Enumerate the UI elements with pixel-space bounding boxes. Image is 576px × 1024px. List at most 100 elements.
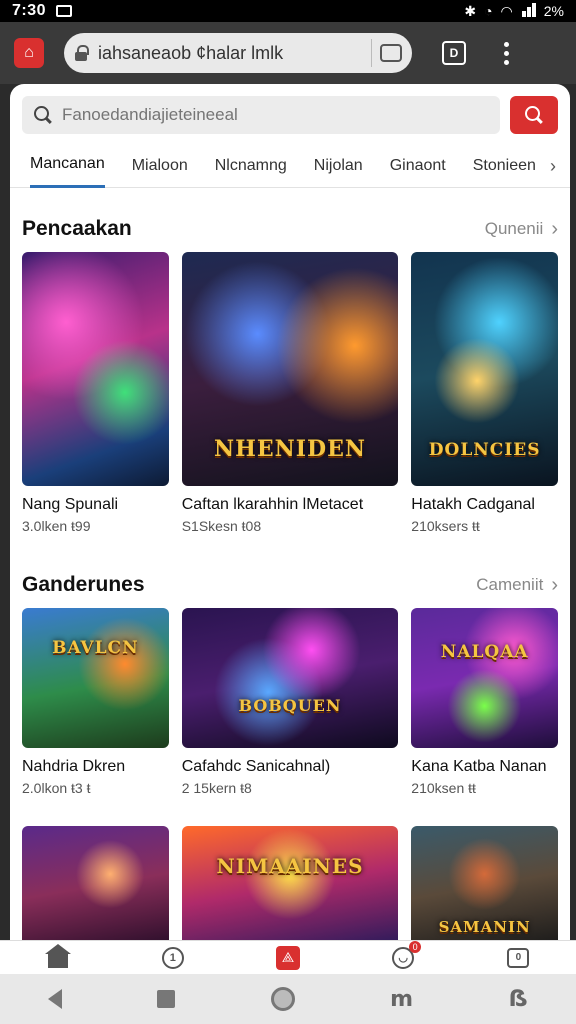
game-meta: 2.0lkon ŧ3 ŧ	[22, 780, 91, 796]
game-logo: NIMAAINES	[216, 854, 364, 878]
game-card[interactable]: NIMAAINES	[181, 826, 399, 940]
search-button[interactable]	[510, 96, 558, 134]
site-logo-icon[interactable]: ⌂	[14, 38, 44, 68]
system-navigation: m ẞ	[0, 974, 576, 1024]
status-time: 7:30	[12, 2, 47, 19]
chevron-right-icon[interactable]: ›	[551, 218, 558, 241]
game-cover-image[interactable]: NHENIDEN	[181, 252, 399, 486]
address-bar[interactable]: iahsaneaob ¢halar lmlk	[64, 33, 412, 73]
tab-nlcnamng[interactable]: Nlcnamng	[215, 144, 287, 188]
game-cover-image[interactable]	[22, 826, 169, 940]
nav-home[interactable]	[44, 943, 71, 969]
section-header: Pencaakan Qunenii ›	[22, 214, 558, 244]
tab-mialoon[interactable]: Mialoon	[132, 144, 188, 188]
home-icon	[44, 943, 71, 968]
game-title[interactable]: Caftan lkarahhin lMetacet	[182, 496, 399, 514]
game-cover-image[interactable]: NALQAA	[411, 608, 559, 748]
game-logo: NALQAA	[440, 642, 529, 662]
card-row: BAVLCN Nahdria Dkren 2.0lkon ŧ3 ŧ BOBQUE…	[22, 608, 559, 796]
game-title[interactable]: Hatakh Cadganal	[411, 496, 558, 514]
bottom-navigation: 1 ⟁ ◡ 0 0	[0, 940, 576, 974]
game-title[interactable]: Nang Spunali	[22, 496, 169, 514]
game-logo: BAVLCN	[52, 638, 139, 658]
game-card[interactable]	[22, 826, 169, 940]
tab-ginaont[interactable]: Ginaont	[390, 144, 446, 188]
clock-icon: 1	[161, 946, 184, 969]
game-card[interactable]: SAMANIN	[411, 826, 559, 940]
game-cover-image[interactable]: DOLNCIES	[411, 252, 559, 486]
game-logo: NHENIDEN	[213, 436, 367, 462]
see-more-link[interactable]: Qunenii ›	[485, 218, 558, 241]
game-meta: 210ksers ŧŧ	[411, 518, 480, 534]
search-icon	[34, 106, 52, 124]
browser-toolbar: ⌂ iahsaneaob ¢halar lmlk D	[0, 22, 576, 84]
game-logo: BOBQUEN	[238, 696, 342, 715]
overflow-menu-icon[interactable]	[504, 41, 509, 65]
game-meta: S1Skesn ŧ08	[181, 518, 262, 534]
game-title[interactable]: Nahdria Dkren	[22, 758, 169, 776]
nav-games[interactable]: ⟁	[275, 945, 300, 970]
alarm-icon: ◔	[484, 3, 493, 19]
game-card[interactable]: NALQAA Kana Katba Nanan 210ksen ŧŧ	[411, 608, 559, 796]
category-tabs: Mancanan Mialoon Nlcnamng Nijolan Ginaon…	[10, 144, 570, 188]
status-bar: 7:30 ✱ ◔ ◠ 2%	[0, 0, 576, 22]
see-more-link[interactable]: Cameniit ›	[476, 574, 558, 597]
store-page: Mancanan Mialoon Nlcnamng Nijolan Ginaon…	[10, 84, 570, 940]
game-cover-image[interactable]: BOBQUEN	[181, 608, 399, 748]
search-box[interactable]	[22, 96, 500, 134]
notification-icon	[56, 5, 73, 17]
game-card[interactable]: Nang Spunali 3.0lken ŧ99	[22, 252, 169, 534]
library-icon: 0	[507, 947, 530, 968]
game-meta: 3.0lken ŧ99	[22, 518, 91, 534]
chevron-right-icon[interactable]: ›	[551, 574, 558, 597]
see-more-label[interactable]: Qunenii	[485, 219, 544, 239]
card-row: NIMAAINES SAMANIN	[22, 826, 559, 940]
section-header: Ganderunes Cameniit ›	[22, 570, 558, 600]
game-card[interactable]: DOLNCIES Hatakh Cadganal 210ksers ŧŧ	[411, 252, 559, 534]
game-cover-image[interactable]: SAMANIN	[411, 826, 559, 940]
chevron-right-icon[interactable]: ›	[550, 156, 556, 177]
back-icon[interactable]	[47, 989, 62, 1009]
search-icon	[525, 106, 543, 124]
tab-stonieen[interactable]: Stonieen	[473, 144, 536, 188]
card-row: Nang Spunali 3.0lken ŧ99 NHENIDEN Caftan…	[22, 252, 559, 534]
nav-library[interactable]: 0	[506, 947, 530, 969]
tab-switcher-button[interactable]: D	[442, 41, 466, 65]
section-title: Ganderunes	[22, 573, 145, 596]
stop-icon[interactable]	[157, 990, 176, 1008]
signal-icon	[521, 2, 536, 20]
search-input[interactable]	[62, 105, 482, 125]
lock-icon[interactable]	[74, 45, 89, 61]
tab-mancanan[interactable]: Mancanan	[30, 144, 105, 188]
game-title[interactable]: Cafahdc Sanicahnal)	[182, 758, 399, 776]
page-info-icon[interactable]	[380, 44, 402, 62]
game-card[interactable]: BAVLCN Nahdria Dkren 2.0lkon ŧ3 ŧ	[22, 608, 169, 796]
section-title: Pencaakan	[22, 217, 132, 240]
game-meta: 210ksen ŧŧ	[411, 780, 476, 796]
battery-level: 2%	[543, 3, 564, 19]
assistant-icon[interactable]: ẞ	[509, 987, 529, 1012]
home-button-icon[interactable]	[270, 987, 295, 1011]
game-cover-image[interactable]	[22, 252, 169, 486]
game-icon: ⟁	[275, 945, 300, 970]
nav-history[interactable]: 1	[161, 946, 185, 969]
game-title[interactable]: Kana Katba Nanan	[411, 758, 558, 776]
status-icons: ✱ ◔ ◠ 2%	[464, 2, 564, 20]
bluetooth-icon: ✱	[464, 2, 477, 19]
wifi-icon: ◠	[500, 2, 513, 19]
tab-nijolan[interactable]: Nijolan	[314, 144, 363, 188]
game-cover-image[interactable]: NIMAAINES	[181, 826, 399, 940]
recents-icon[interactable]: m	[390, 987, 413, 1012]
game-logo: SAMANIN	[438, 918, 531, 936]
url-divider	[371, 39, 372, 67]
notification-badge: 0	[409, 940, 422, 953]
see-more-label[interactable]: Cameniit	[476, 575, 543, 595]
search-row	[22, 96, 558, 134]
game-card[interactable]: BOBQUEN Cafahdc Sanicahnal) 2 15kern ŧ8	[181, 608, 399, 796]
game-logo: DOLNCIES	[428, 440, 541, 460]
nav-notifications[interactable]: ◡ 0	[391, 940, 422, 969]
game-cover-image[interactable]: BAVLCN	[22, 608, 169, 748]
url-text[interactable]: iahsaneaob ¢halar lmlk	[98, 43, 363, 64]
game-card[interactable]: NHENIDEN Caftan lkarahhin lMetacet S1Ske…	[181, 252, 399, 534]
game-meta: 2 15kern ŧ8	[181, 780, 252, 796]
